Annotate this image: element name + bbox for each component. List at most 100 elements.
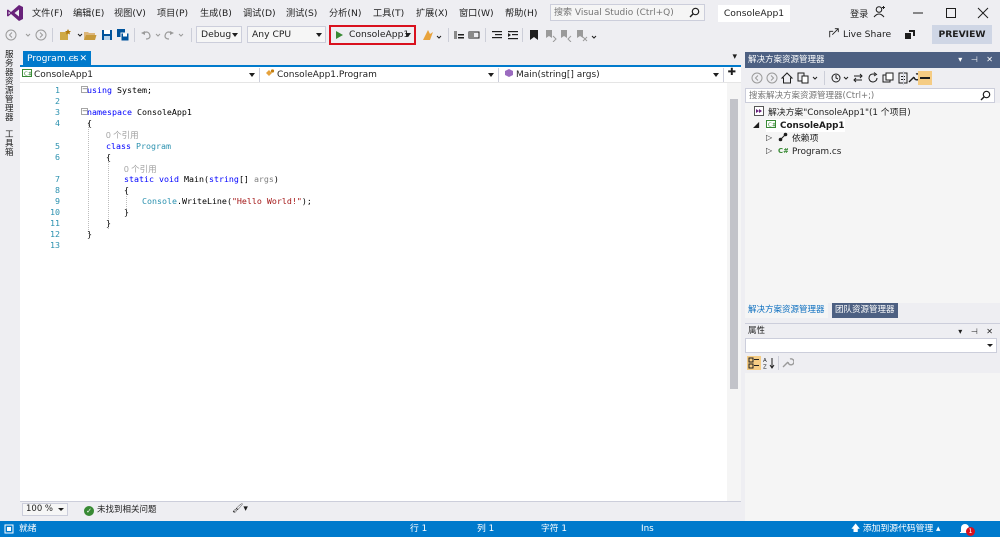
add-to-source-control-button[interactable]: 🡅 添加到源代码管理 ▴ bbox=[851, 521, 940, 537]
search-icon[interactable] bbox=[980, 90, 991, 101]
menu-analyze[interactable]: 分析(N) bbox=[329, 8, 361, 20]
menu-extensions[interactable]: 扩展(X) bbox=[416, 8, 448, 20]
save-icon[interactable] bbox=[100, 28, 114, 42]
properties-toolbar: AZ bbox=[745, 353, 1000, 373]
collapse-all-icon[interactable] bbox=[881, 71, 895, 85]
open-icon[interactable] bbox=[83, 28, 97, 42]
step-icon[interactable] bbox=[452, 28, 466, 42]
type-name: Program bbox=[130, 141, 171, 151]
back-icon[interactable] bbox=[4, 28, 18, 42]
panel-controls[interactable]: ▾ ⊣ ✕ bbox=[958, 52, 996, 68]
preview-badge[interactable]: PREVIEW bbox=[932, 25, 992, 44]
chevron-down-icon[interactable] bbox=[175, 28, 189, 42]
codelens-references[interactable]: 0 个引用 bbox=[106, 129, 139, 141]
search-icon[interactable] bbox=[689, 7, 700, 18]
tree-item-project[interactable]: C# ConsoleApp1 bbox=[766, 119, 845, 132]
pin-icon[interactable]: ⊣ bbox=[68, 51, 75, 67]
tab-solution-explorer[interactable]: 解决方案资源管理器 bbox=[745, 303, 828, 318]
type-dropdown[interactable]: ConsoleApp1.Program bbox=[263, 68, 499, 82]
collapse-arrow-icon[interactable]: ▷ bbox=[766, 146, 772, 155]
expand-arrow-icon[interactable]: ◢ bbox=[753, 120, 759, 129]
tree-item-dependencies[interactable]: 依赖项 bbox=[778, 132, 818, 145]
platform-dropdown[interactable]: Any CPU bbox=[247, 26, 326, 43]
menu-project[interactable]: 项目(P) bbox=[157, 8, 188, 20]
project-dropdown[interactable]: C# ConsoleApp1 bbox=[22, 68, 260, 82]
bookmark-icon[interactable] bbox=[527, 28, 541, 42]
code-cleanup-icon[interactable]: 🖌▾ bbox=[232, 504, 248, 514]
refresh-icon[interactable] bbox=[866, 71, 880, 85]
tree-item-solution[interactable]: 解决方案"ConsoleApp1"(1 个项目) bbox=[754, 106, 911, 119]
undo-icon[interactable] bbox=[139, 28, 153, 42]
chevron-down-icon[interactable] bbox=[433, 28, 447, 42]
code-line-12: } bbox=[87, 229, 92, 239]
tree-item-program-cs[interactable]: C# Program.cs bbox=[778, 145, 841, 158]
tab-program-cs[interactable]: Program.cs ⊣ ✕ bbox=[23, 51, 91, 67]
tab-team-explorer[interactable]: 团队资源管理器 bbox=[832, 303, 898, 318]
menu-build[interactable]: 生成(B) bbox=[200, 8, 232, 20]
member-dropdown[interactable]: Main(string[] args) bbox=[502, 68, 724, 82]
save-all-icon[interactable] bbox=[116, 28, 130, 42]
line-number: 2 bbox=[55, 96, 60, 106]
toolbox-tab[interactable]: 工具箱 bbox=[5, 131, 16, 158]
zoom-dropdown[interactable]: 100 % bbox=[22, 503, 68, 516]
code-editor[interactable]: 1 2 3 4 5 6 7 8 9 10 11 12 13 − − using … bbox=[20, 83, 727, 501]
issues-indicator[interactable]: ✓ 未找到相关问题 bbox=[84, 504, 157, 516]
split-icon[interactable]: ✚ bbox=[728, 67, 736, 78]
toggle-icon[interactable] bbox=[467, 28, 481, 42]
menu-view[interactable]: 视图(V) bbox=[114, 8, 146, 20]
liveshare-button[interactable]: Live Share bbox=[828, 27, 891, 42]
wrench-icon[interactable] bbox=[780, 356, 794, 370]
collapse-arrow-icon[interactable]: ▷ bbox=[766, 133, 772, 142]
editor-vertical-scrollbar[interactable] bbox=[727, 83, 741, 501]
tree-item-label: 依赖项 bbox=[792, 134, 819, 144]
menu-file[interactable]: 文件(F) bbox=[32, 8, 63, 20]
chevron-down-icon[interactable] bbox=[809, 71, 823, 85]
solution-search-input[interactable] bbox=[746, 89, 971, 102]
signin-link[interactable]: 登录 bbox=[850, 6, 868, 20]
forward-icon[interactable] bbox=[34, 28, 48, 42]
search-box[interactable] bbox=[550, 4, 705, 21]
close-icon[interactable] bbox=[968, 3, 998, 23]
maximize-icon[interactable] bbox=[936, 3, 966, 23]
scrollbar-thumb[interactable] bbox=[730, 99, 738, 389]
solution-explorer-search[interactable] bbox=[745, 88, 995, 103]
redo-icon[interactable] bbox=[162, 28, 176, 42]
preview-selected-icon[interactable] bbox=[918, 71, 932, 85]
categorized-icon[interactable] bbox=[747, 356, 761, 370]
menu-test[interactable]: 测试(S) bbox=[286, 8, 317, 20]
clear-bookmarks-icon[interactable] bbox=[574, 28, 588, 42]
feedback-icon[interactable] bbox=[903, 28, 917, 42]
sync-icon[interactable] bbox=[851, 71, 865, 85]
panel-controls[interactable]: ▾ ⊣ ✕ bbox=[958, 324, 996, 339]
menu-debug[interactable]: 调试(D) bbox=[243, 8, 276, 20]
back-icon[interactable] bbox=[750, 71, 764, 85]
indent-icon[interactable] bbox=[506, 28, 520, 42]
minimize-icon[interactable] bbox=[903, 3, 933, 23]
keyword: void bbox=[153, 174, 179, 184]
menu-edit[interactable]: 编辑(E) bbox=[73, 8, 104, 20]
new-project-icon[interactable] bbox=[58, 28, 72, 42]
search-input[interactable] bbox=[551, 5, 683, 20]
tab-overflow-icon[interactable]: ▾ bbox=[732, 52, 737, 62]
close-icon[interactable]: ✕ bbox=[79, 51, 87, 67]
user-icon[interactable] bbox=[873, 5, 887, 19]
svg-text:A: A bbox=[763, 358, 767, 364]
alphabetical-icon[interactable]: AZ bbox=[762, 356, 776, 370]
chevron-down-icon[interactable] bbox=[21, 28, 35, 42]
properties-object-dropdown[interactable] bbox=[745, 338, 997, 353]
menu-tools[interactable]: 工具(T) bbox=[373, 8, 404, 20]
chevron-down-icon[interactable] bbox=[588, 28, 602, 42]
menu-window[interactable]: 窗口(W) bbox=[459, 8, 494, 20]
tree-item-label: 解决方案"ConsoleApp1"(1 个项目) bbox=[768, 108, 911, 118]
switch-views-icon[interactable] bbox=[796, 71, 810, 85]
home-icon[interactable] bbox=[780, 71, 794, 85]
forward-icon[interactable] bbox=[765, 71, 779, 85]
server-explorer-tab[interactable]: 服务器资源管理器 bbox=[5, 51, 16, 123]
menu-help[interactable]: 帮助(H) bbox=[505, 8, 537, 20]
next-bookmark-icon[interactable] bbox=[558, 28, 572, 42]
vs-logo-icon[interactable] bbox=[6, 4, 24, 22]
outdent-icon[interactable] bbox=[490, 28, 504, 42]
start-debugging-button[interactable]: ConsoleApp1 bbox=[329, 25, 416, 45]
configuration-dropdown[interactable]: Debug bbox=[196, 26, 242, 43]
prev-bookmark-icon[interactable] bbox=[543, 28, 557, 42]
